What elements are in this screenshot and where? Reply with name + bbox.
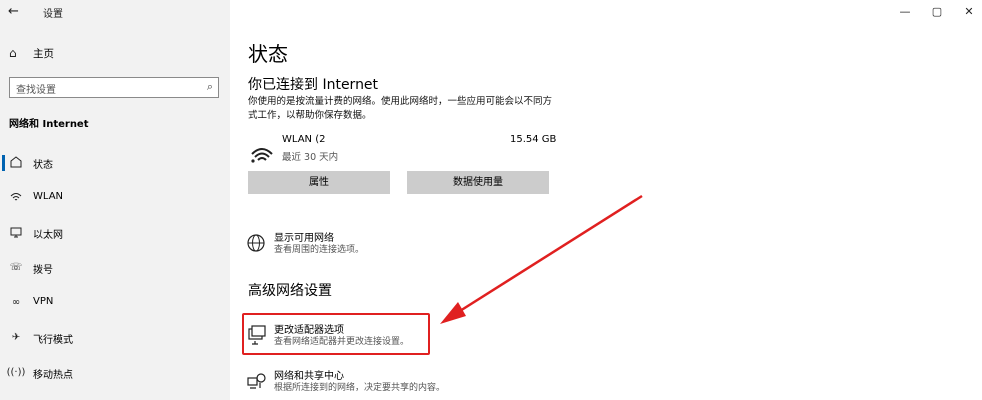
globe-icon (247, 234, 265, 252)
home-label: 主页 (33, 48, 54, 60)
active-indicator (2, 155, 5, 171)
properties-button[interactable]: 属性 (248, 171, 390, 194)
sidebar-item-label: 拨号 (33, 265, 53, 276)
sidebar: ← 设置 ⌂ 主页 ⌕ 网络和 Internet 状态 WLAN 以太网 ☏ 拨… (0, 0, 230, 400)
advanced-heading: 高级网络设置 (248, 283, 332, 299)
network-usage: 15.54 GB (510, 134, 557, 145)
sidebar-item-label: 移动热点 (33, 370, 73, 381)
vpn-icon: ∞ (11, 296, 21, 308)
annotation-arrow (440, 194, 643, 324)
network-period: 最近 30 天内 (282, 152, 339, 163)
airplane-icon: ✈ (11, 331, 21, 343)
sharing-center-subtitle: 根据所连接到的网络，决定要共享的内容。 (274, 383, 446, 393)
annotation-highlight-box (242, 313, 430, 355)
connected-heading: 你已连接到 Internet (248, 77, 379, 93)
home-icon: ⌂ (9, 46, 17, 60)
wifi-icon (9, 190, 23, 204)
status-icon (9, 155, 23, 169)
sidebar-item-hotspot[interactable]: ((·)) 移动热点 (0, 359, 230, 387)
sidebar-item-label: VPN (33, 296, 54, 307)
sidebar-item-label: 状态 (33, 160, 53, 171)
sidebar-item-wlan[interactable]: WLAN (0, 184, 230, 212)
ethernet-icon (9, 225, 23, 239)
app-title: 设置 (43, 9, 63, 20)
metered-description: 你使用的是按流量计费的网络。使用此网络时，一些应用可能会以不同方式工作，以帮助你… (248, 96, 553, 121)
search-input[interactable] (10, 81, 190, 100)
sidebar-item-airplane[interactable]: ✈ 飞行模式 (0, 324, 230, 352)
sidebar-item-ethernet[interactable]: 以太网 (0, 219, 230, 247)
sidebar-item-vpn[interactable]: ∞ VPN (0, 289, 230, 317)
sidebar-home[interactable]: ⌂ 主页 (0, 42, 230, 64)
show-networks-subtitle: 查看周围的连接选项。 (274, 245, 365, 255)
title-bar: ← 设置 (0, 0, 230, 24)
sidebar-item-status[interactable]: 状态 (0, 149, 230, 177)
back-arrow-icon[interactable]: ← (8, 4, 24, 20)
section-header: 网络和 Internet (9, 119, 89, 130)
dialup-icon: ☏ (9, 261, 23, 273)
main-content: 状态 你已连接到 Internet 你使用的是按流量计费的网络。使用此网络时，一… (230, 0, 982, 400)
sidebar-item-label: 以太网 (33, 230, 63, 241)
sidebar-item-label: WLAN (33, 191, 64, 202)
sidebar-item-label: 飞行模式 (33, 335, 73, 346)
wifi-signal-icon (251, 148, 273, 163)
sharing-center-link[interactable]: 网络和共享中心 根据所连接到的网络，决定要共享的内容。 (246, 367, 526, 397)
network-name: WLAN (2 (282, 134, 326, 145)
page-title: 状态 (248, 42, 288, 66)
search-box[interactable]: ⌕ (9, 77, 219, 100)
search-icon[interactable]: ⌕ (207, 80, 213, 94)
sidebar-item-dialup[interactable]: ☏ 拨号 (0, 254, 230, 282)
hotspot-icon: ((·)) (6, 366, 26, 378)
sharing-center-icon (247, 373, 266, 389)
